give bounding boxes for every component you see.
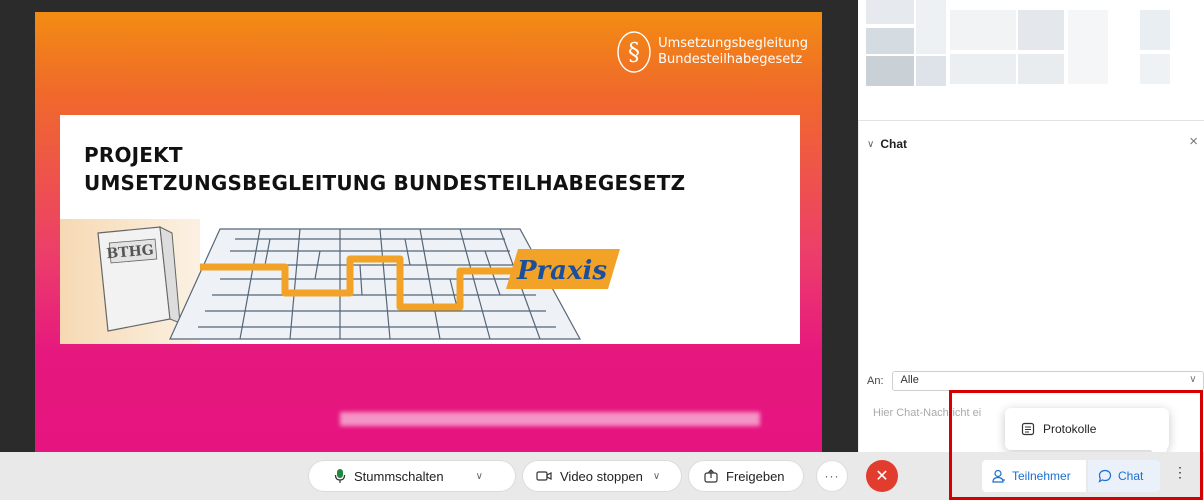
shared-content-stage: § Umsetzungsbegleitung Bundesteilhabeges… <box>0 0 858 452</box>
notes-icon <box>1021 422 1035 436</box>
video-camera-icon <box>536 470 552 482</box>
microphone-icon <box>334 468 346 484</box>
svg-text:§: § <box>628 38 640 66</box>
participants-button[interactable]: Teilnehmer <box>982 460 1086 492</box>
presentation-slide: § Umsetzungsbegleitung Bundesteilhabeges… <box>35 12 822 452</box>
slide-title-line-1: PROJEKT <box>84 143 183 167</box>
slide-title-card: PROJEKT UMSETZUNGSBEGLEITUNG BUNDESTEILH… <box>60 115 800 344</box>
mute-label: Stummschalten <box>354 468 444 484</box>
more-label: ··· <box>824 469 840 483</box>
chat-panel: ∨ Chat × An: Alle ∨ Hier Chat-Nachricht … <box>858 120 1204 452</box>
chat-recipient-select[interactable]: Alle ∨ <box>891 371 1204 391</box>
video-label: Video stoppen <box>560 468 643 484</box>
chat-recipient-row: An: Alle ∨ <box>867 371 1204 391</box>
participants-icon <box>992 469 1006 483</box>
praxis-label: Praxis <box>516 256 607 286</box>
mute-button[interactable]: Stummschalten ∨ <box>308 460 516 492</box>
logo-line-1: Umsetzungsbegleitung <box>658 36 808 51</box>
chat-bubble-icon <box>1098 469 1112 483</box>
slide-title-line-2: UMSETZUNGSBEGLEITUNG BUNDESTEILHABEGESET… <box>84 171 686 195</box>
slide-title: PROJEKT UMSETZUNGSBEGLEITUNG BUNDESTEILH… <box>84 141 685 197</box>
meeting-toolbar: Stummschalten ∨ Video stoppen ∨ Freigebe… <box>0 452 1204 500</box>
close-icon[interactable]: × <box>1189 133 1198 150</box>
blurred-footer-text <box>340 412 760 426</box>
logo-line-2: Bundesteilhabegesetz <box>658 52 803 67</box>
share-button[interactable]: Freigeben <box>688 460 804 492</box>
chevron-down-icon[interactable]: ∨ <box>867 139 874 150</box>
more-options-button[interactable]: ··· <box>816 460 848 492</box>
kebab-menu-icon[interactable]: ⋮ <box>1172 464 1188 481</box>
chat-recipient-value: Alle <box>900 374 919 386</box>
chevron-down-icon[interactable]: ∨ <box>653 471 660 482</box>
chat-panel-title: Chat <box>880 137 907 151</box>
chat-message-input[interactable]: Hier Chat-Nachricht ei <box>873 407 981 419</box>
chevron-down-icon[interactable]: ∨ <box>476 471 483 482</box>
chat-input-placeholder: Hier Chat-Nachricht ei <box>873 407 982 419</box>
chat-recipient-label: An: <box>867 375 884 387</box>
participants-label: Teilnehmer <box>1012 469 1071 483</box>
book-icon: BTHG <box>97 226 181 332</box>
end-call-icon: ✕ <box>875 468 889 485</box>
chat-button[interactable]: Chat <box>1088 460 1160 492</box>
more-options-popup: Protokolle <box>1005 408 1169 450</box>
share-icon <box>704 469 718 483</box>
share-label: Freigeben <box>726 468 785 484</box>
maze-illustration: BTHG Praxis <box>60 219 620 344</box>
protokolle-menu-item[interactable]: Protokolle <box>1043 422 1096 436</box>
chat-panel-header[interactable]: ∨ Chat <box>867 137 907 151</box>
video-stop-button[interactable]: Video stoppen ∨ <box>522 460 682 492</box>
logo-mark-icon: § <box>617 31 651 73</box>
participant-video-tile <box>858 0 1204 118</box>
chat-label: Chat <box>1118 469 1144 483</box>
chevron-down-icon: ∨ <box>1189 374 1197 385</box>
end-call-button[interactable]: ✕ <box>866 460 898 492</box>
slide-logo: § Umsetzungsbegleitung Bundesteilhabeges… <box>616 30 808 74</box>
